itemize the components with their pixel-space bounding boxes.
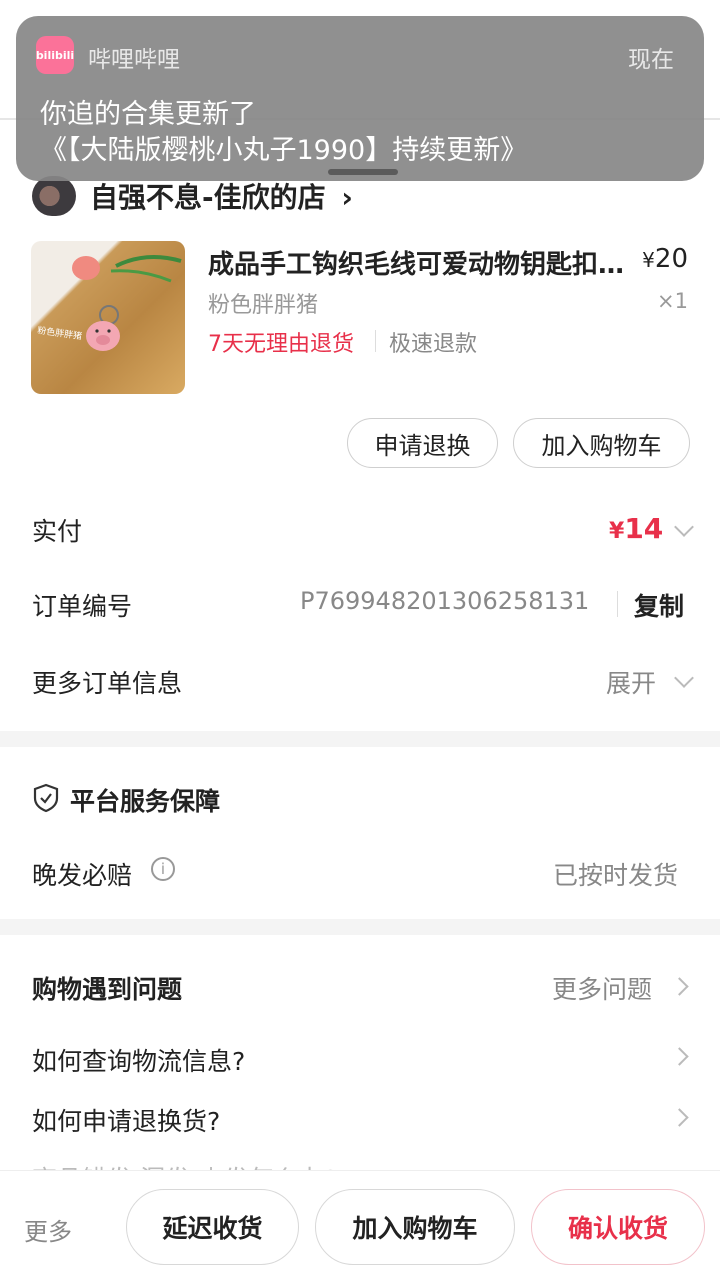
product-photo-icon: 粉色胖胖猪	[37, 255, 182, 351]
order-number-label: 订单编号	[32, 592, 133, 621]
shipping-status: 已按时发货	[553, 861, 679, 890]
chevron-right-icon[interactable]	[670, 977, 689, 996]
section-divider	[0, 731, 720, 747]
faq-item-return[interactable]: 如何申请退换货?	[32, 1102, 220, 1138]
price-currency: ¥	[642, 248, 655, 272]
return-policy-tag: 7天无理由退货	[208, 332, 354, 357]
tag-separator	[375, 330, 376, 352]
notification-drag-handle[interactable]	[328, 169, 398, 175]
section-divider	[0, 919, 720, 935]
add-to-cart-button[interactable]: 加入购物车	[513, 418, 690, 468]
expand-button[interactable]: 展开	[606, 664, 656, 700]
chevron-down-icon[interactable]	[674, 668, 694, 688]
notification-app-name: 哔哩哔哩	[88, 47, 180, 73]
price-value: 20	[654, 244, 688, 274]
product-quantity: ×1	[657, 289, 688, 313]
confirm-receipt-button[interactable]: 确认收货	[531, 1189, 705, 1265]
copy-separator	[617, 591, 618, 617]
more-actions-button[interactable]: 更多	[24, 1212, 72, 1247]
apply-refund-button[interactable]: 申请退换	[347, 418, 498, 468]
paid-amount[interactable]: ¥14	[609, 512, 663, 545]
paid-currency: ¥	[609, 519, 625, 544]
chevron-right-icon[interactable]	[670, 1047, 689, 1066]
late-ship-label: 晚发必赔	[32, 861, 133, 890]
shop-avatar[interactable]	[32, 176, 76, 216]
shop-name: 自强不息-佳欣的店	[90, 181, 326, 214]
shop-name-link[interactable]: 自强不息-佳欣的店 ›	[90, 176, 353, 216]
more-questions-link[interactable]: 更多问题	[552, 970, 652, 1006]
notification-banner[interactable]: bilibili 哔哩哔哩 现在 你追的合集更新了 《【大陆版樱桃小丸子1990…	[16, 16, 704, 181]
more-order-info-label[interactable]: 更多订单信息	[32, 664, 182, 700]
fast-refund-tag: 极速退款	[389, 332, 478, 357]
info-icon[interactable]: i	[151, 857, 175, 881]
delay-receipt-button[interactable]: 延迟收货	[126, 1189, 299, 1265]
product-price: ¥20	[642, 244, 688, 274]
order-number-value: P769948201306258131	[300, 587, 590, 615]
notification-body: 《【大陆版樱桃小丸子1990】持续更新》	[40, 135, 528, 166]
product-image[interactable]: 粉色胖胖猪	[31, 241, 185, 394]
product-variant: 粉色胖胖猪	[208, 293, 319, 318]
notification-time: 现在	[628, 47, 674, 73]
faq-title: 购物遇到问题	[32, 975, 183, 1004]
shield-check-icon	[32, 783, 60, 813]
copy-order-number-button[interactable]: 复制	[634, 587, 684, 623]
guarantee-title: 平台服务保障	[70, 787, 221, 816]
bilibili-app-icon: bilibili	[36, 36, 74, 74]
bottom-add-to-cart-button[interactable]: 加入购物车	[315, 1189, 515, 1265]
svg-text:粉色胖胖猪: 粉色胖胖猪	[37, 324, 83, 342]
paid-label: 实付	[32, 517, 83, 546]
chevron-down-icon[interactable]	[674, 517, 694, 537]
faq-item-logistics[interactable]: 如何查询物流信息?	[32, 1042, 245, 1078]
notification-title: 你追的合集更新了	[40, 99, 256, 130]
paid-value: 14	[624, 512, 664, 545]
chevron-right-icon: ›	[341, 181, 353, 214]
chevron-right-icon[interactable]	[670, 1108, 689, 1127]
product-title[interactable]: 成品手工钩织毛线可爱动物钥匙扣挂件	[208, 244, 628, 281]
